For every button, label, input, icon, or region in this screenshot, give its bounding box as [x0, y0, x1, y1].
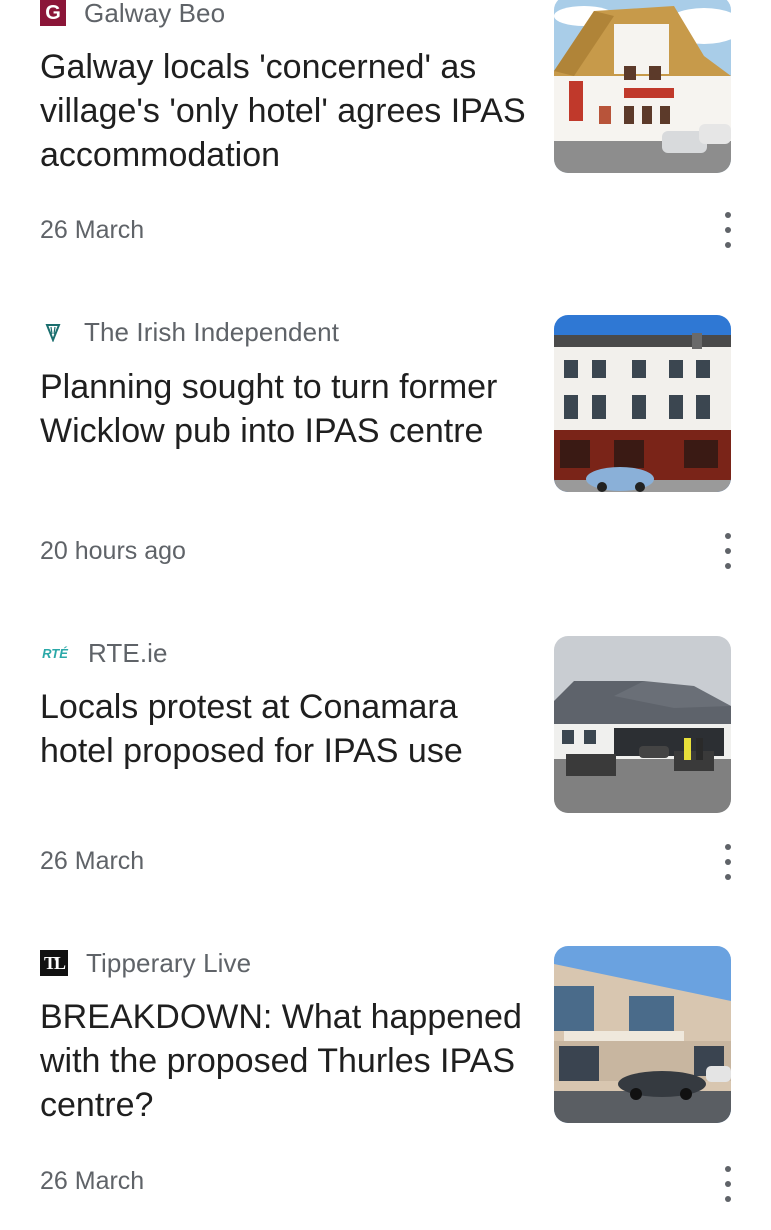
- more-vert-icon[interactable]: [716, 1166, 740, 1202]
- timestamp: 26 March: [40, 847, 145, 875]
- news-card[interactable]: The Irish Independent Planning sought to…: [0, 310, 771, 600]
- source-row: G Galway Beo: [40, 0, 225, 28]
- news-feed: G Galway Beo Galway locals 'concerned' a…: [0, 0, 771, 1202]
- article-thumbnail[interactable]: [554, 0, 731, 173]
- more-vert-icon[interactable]: [716, 212, 740, 248]
- headline[interactable]: Galway locals 'concerned' as village's '…: [40, 45, 530, 177]
- news-card[interactable]: TL Tipperary Live BREAKDOWN: What happen…: [0, 940, 771, 1230]
- source-name: Galway Beo: [84, 0, 226, 28]
- news-card[interactable]: G Galway Beo Galway locals 'concerned' a…: [0, 0, 771, 280]
- galway-beo-logo-icon: G: [40, 0, 66, 26]
- source-name: The Irish Independent: [84, 316, 340, 347]
- article-thumbnail[interactable]: [554, 636, 731, 813]
- source-row: RTÉ RTE.ie: [40, 638, 168, 668]
- source-row: The Irish Independent: [40, 317, 339, 347]
- source-name: Tipperary Live: [86, 947, 252, 978]
- timestamp: 26 March: [40, 1167, 145, 1195]
- headline[interactable]: BREAKDOWN: What happened with the propos…: [40, 995, 530, 1127]
- more-vert-icon[interactable]: [716, 844, 740, 880]
- news-card[interactable]: RTÉ RTE.ie Locals protest at Conamara ho…: [0, 630, 771, 920]
- timestamp: 26 March: [40, 216, 145, 244]
- article-thumbnail[interactable]: [554, 946, 731, 1123]
- tipperary-live-logo-icon: TL: [40, 950, 68, 976]
- source-name: RTE.ie: [88, 637, 168, 668]
- rte-logo-icon: RTÉ: [42, 645, 68, 661]
- article-thumbnail[interactable]: [554, 315, 731, 492]
- harp-logo-icon: [40, 319, 66, 345]
- more-vert-icon[interactable]: [716, 533, 740, 569]
- source-row: TL Tipperary Live: [40, 948, 251, 978]
- headline[interactable]: Planning sought to turn former Wicklow p…: [40, 365, 530, 453]
- headline[interactable]: Locals protest at Conamara hotel propose…: [40, 685, 530, 773]
- timestamp: 20 hours ago: [40, 537, 186, 565]
